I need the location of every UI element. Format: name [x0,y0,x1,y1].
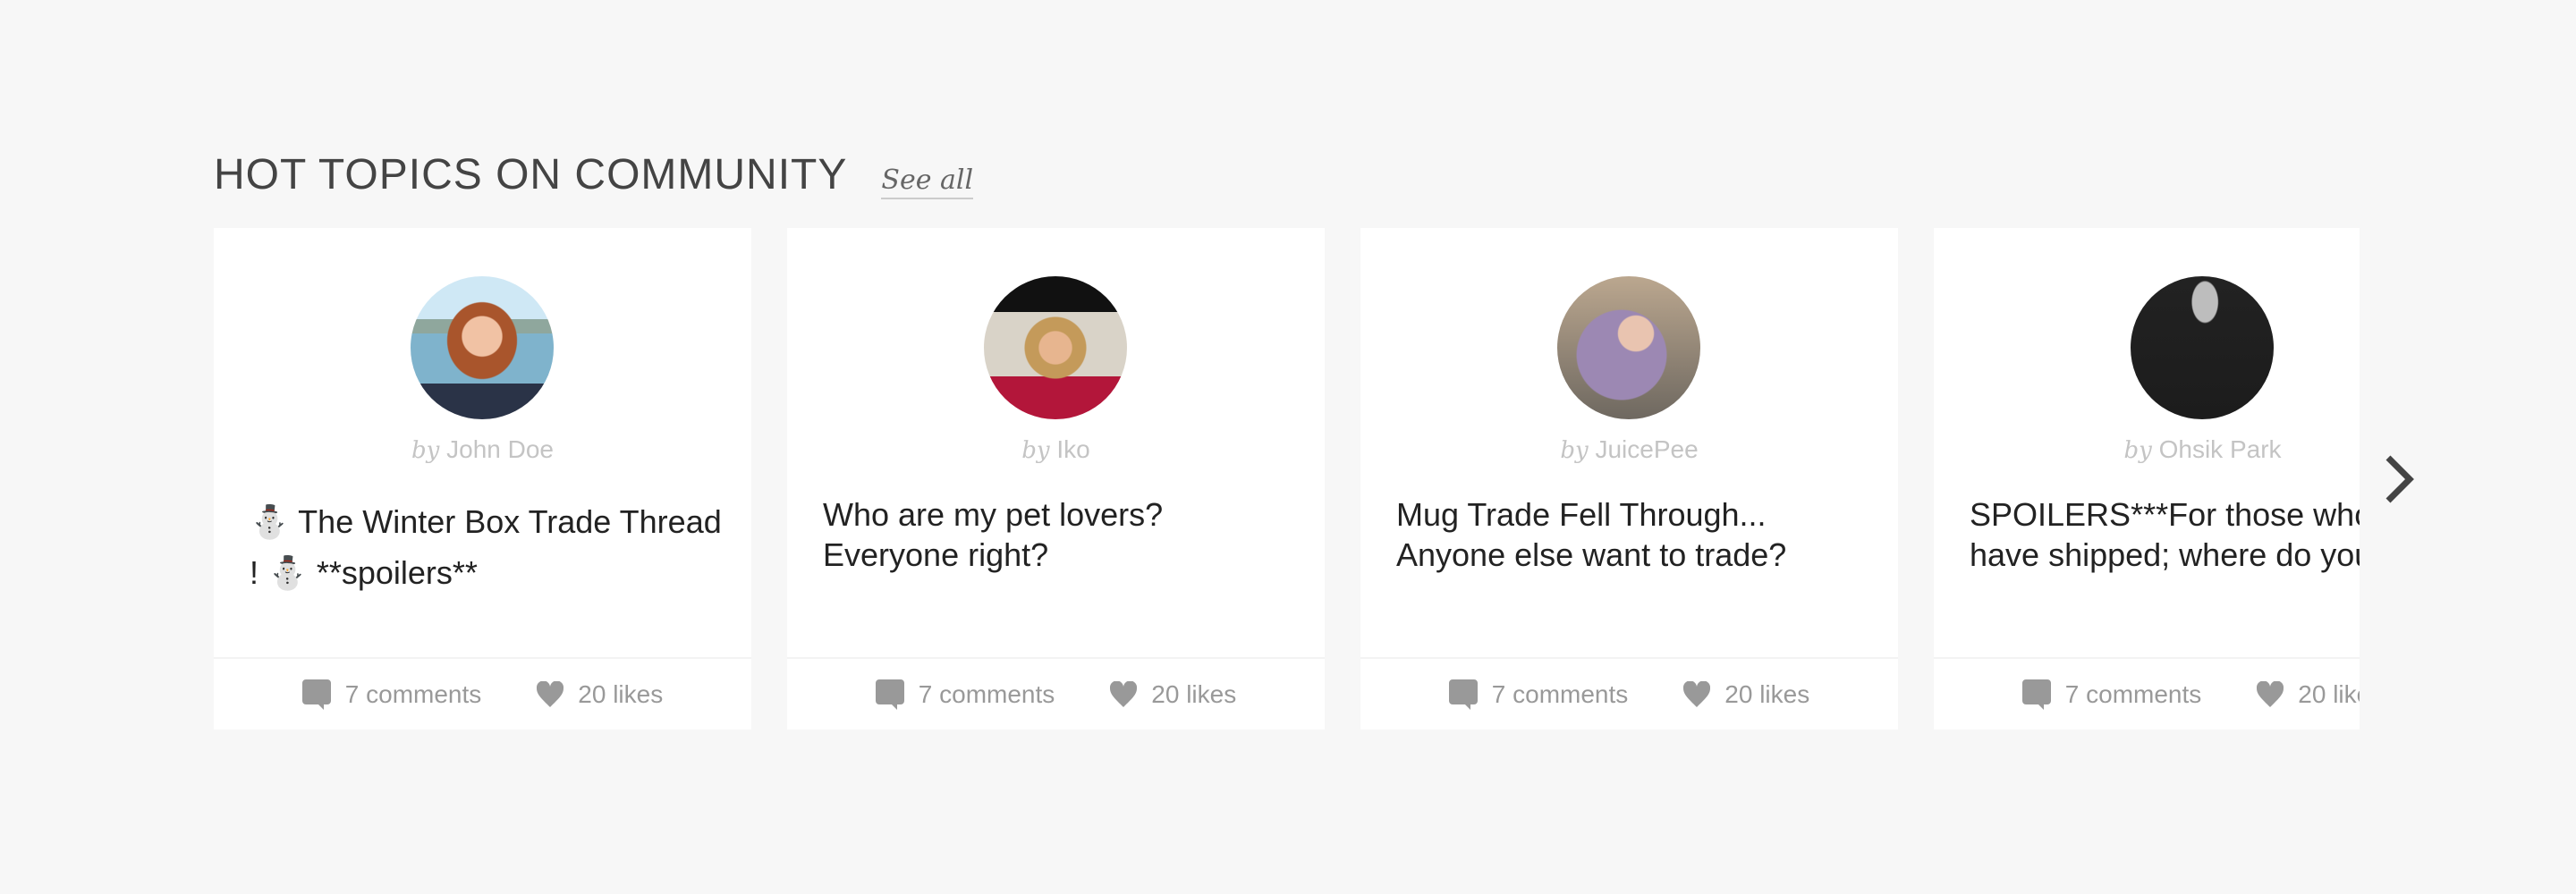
author-avatar[interactable] [1557,276,1700,419]
card-footer: 7 comments 20 likes [787,657,1325,730]
likes-stat[interactable]: 20 likes [1110,680,1236,709]
comments-count: 7 comments [1491,679,1629,708]
by-label: by [411,437,440,464]
comments-count: 7 comments [344,679,482,708]
author-name[interactable]: Iko [1056,435,1089,463]
topics-carousel: by John Doe ⛄ The Winter Box Trade Threa… [214,228,2360,730]
by-label: by [1021,437,1050,464]
topic-card[interactable]: by John Doe ⛄ The Winter Box Trade Threa… [214,228,751,730]
topic-title[interactable]: ⛄ The Winter Box Trade Thread ! ⛄ **spoi… [250,496,724,598]
comments-count: 7 comments [918,679,1055,708]
comments-stat[interactable]: 7 comments [2021,679,2202,710]
section-header: HOT TOPICS ON COMMUNITY See all [214,150,974,199]
likes-count: 20 likes [578,679,664,708]
author-avatar[interactable] [984,276,1127,419]
card-footer: 7 comments 20 likes [214,657,751,730]
comments-stat[interactable]: 7 comments [301,679,482,710]
comment-icon [875,679,904,710]
topic-title[interactable]: Mug Trade Fell Through... Anyone else wa… [1396,494,1871,575]
likes-stat[interactable]: 20 likes [537,680,663,709]
author-line: by Ohsik Park [1934,435,2360,464]
comment-icon [2021,679,2051,710]
topic-title[interactable]: Who are my pet lovers? Everyone right? [823,494,1298,575]
author-name[interactable]: Ohsik Park [2159,435,2282,463]
topic-title[interactable]: SPOILERS***For those whose boxes have sh… [1970,494,2360,575]
likes-count: 20 likes [1724,679,1810,708]
next-button[interactable] [2379,452,2419,506]
topic-card[interactable]: by JuicePee Mug Trade Fell Through... An… [1360,228,1898,730]
author-avatar[interactable] [2131,276,2274,419]
comments-stat[interactable]: 7 comments [1448,679,1629,710]
card-footer: 7 comments 20 likes [1360,657,1898,730]
card-footer: 7 comments 20 likes [1934,657,2360,730]
likes-stat[interactable]: 20 likes [1683,680,1809,709]
author-avatar[interactable] [411,276,554,419]
author-line: by JuicePee [1360,435,1898,464]
topic-card[interactable]: by Iko Who are my pet lovers? Everyone r… [787,228,1325,730]
author-line: by Iko [787,435,1325,464]
comment-icon [1448,679,1478,710]
comments-stat[interactable]: 7 comments [875,679,1055,710]
heart-icon [1683,680,1711,708]
chevron-right-icon [2379,452,2419,506]
author-name[interactable]: JuicePee [1595,435,1698,463]
author-line: by John Doe [214,435,751,464]
by-label: by [1560,437,1589,464]
heart-icon [2257,680,2284,708]
heart-icon [1110,680,1138,708]
topic-card[interactable]: by Ohsik Park SPOILERS***For those whose… [1934,228,2360,730]
likes-count: 20 likes [1151,679,1237,708]
author-name[interactable]: John Doe [446,435,554,463]
likes-count: 20 likes [2298,679,2360,708]
by-label: by [2123,437,2152,464]
likes-stat[interactable]: 20 likes [2257,680,2360,709]
heart-icon [537,680,564,708]
comment-icon [301,679,331,710]
see-all-link[interactable]: See all [881,164,974,199]
comments-count: 7 comments [2064,679,2202,708]
section-title: HOT TOPICS ON COMMUNITY [214,151,848,198]
